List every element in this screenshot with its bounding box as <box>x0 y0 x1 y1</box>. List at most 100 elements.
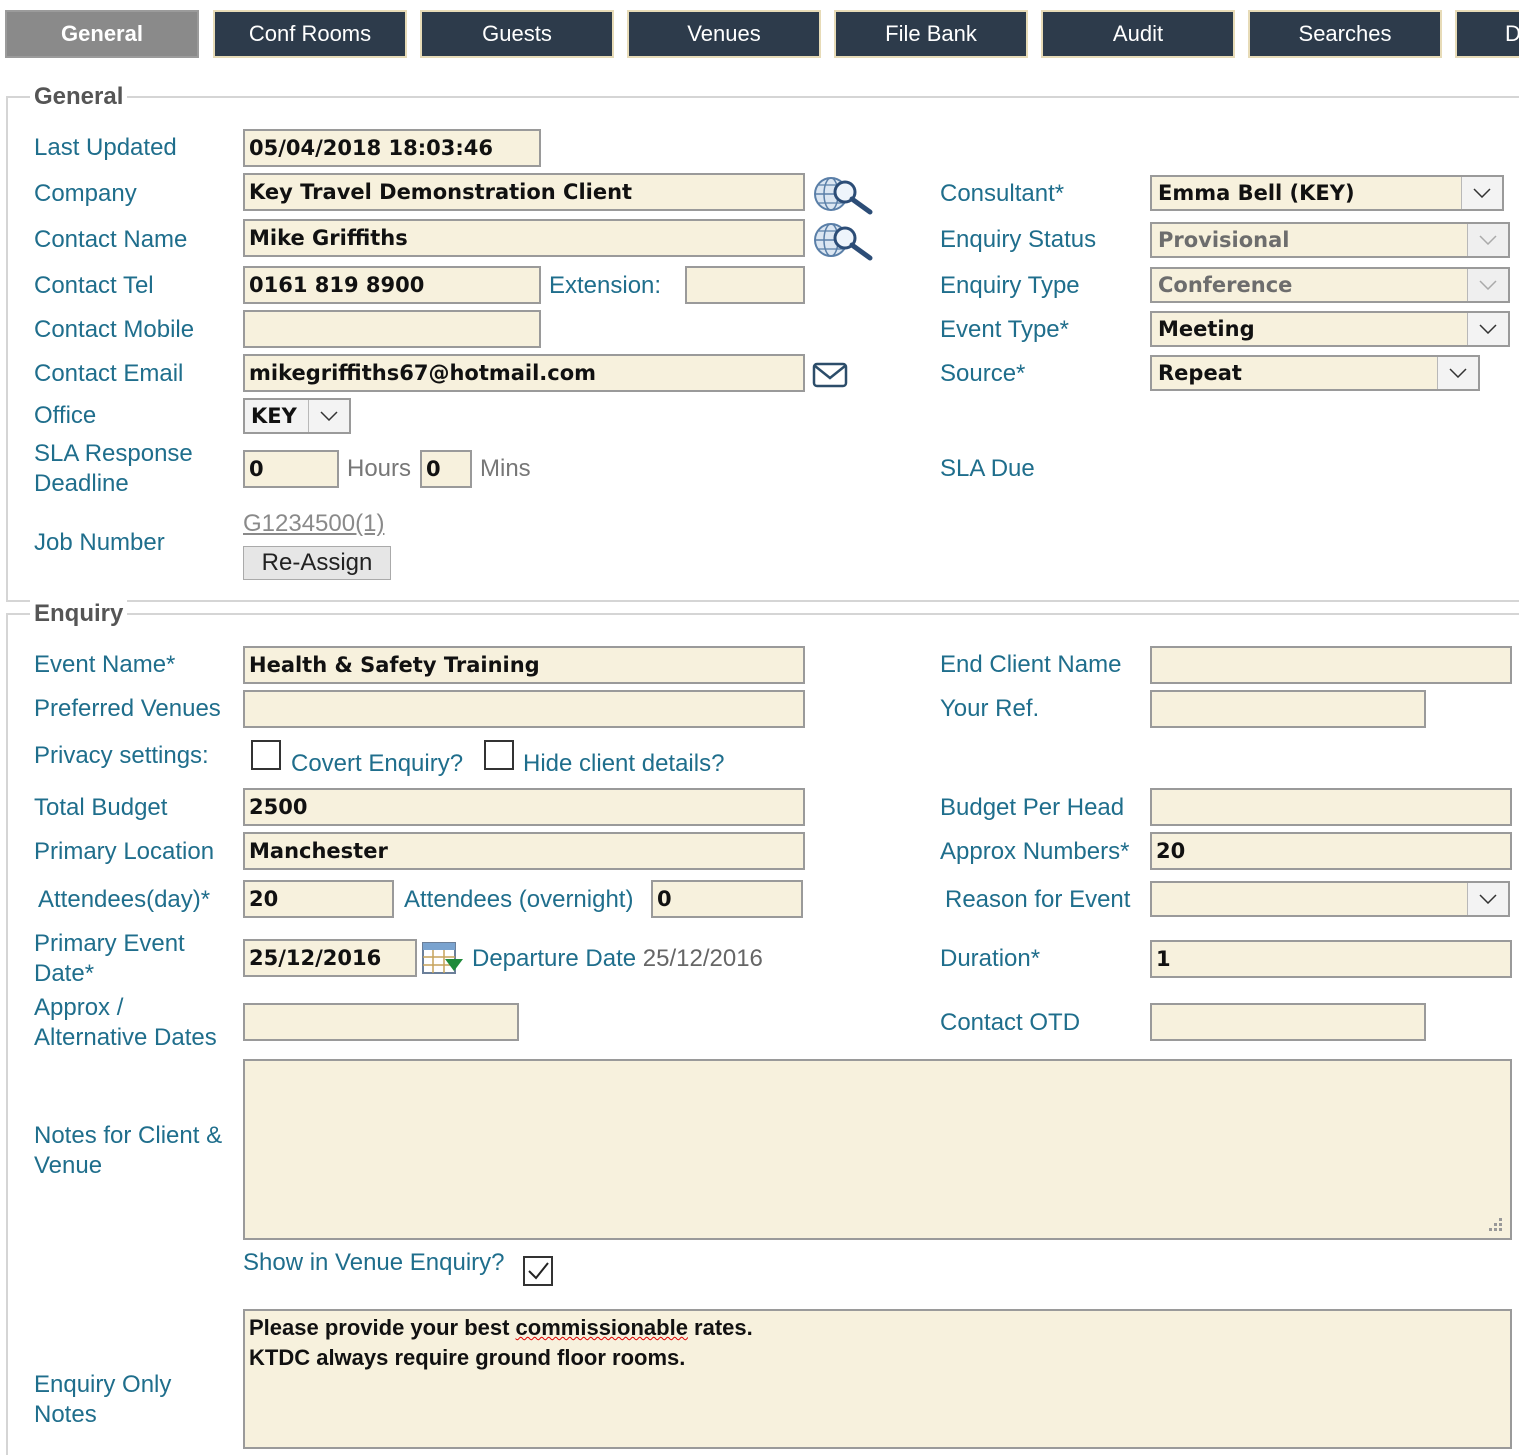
duration-field[interactable]: 1 <box>1150 940 1512 978</box>
contact-tel-label: Contact Tel <box>34 272 154 299</box>
attendees-overnight-field[interactable]: 0 <box>651 880 803 918</box>
reason-label: Reason for Event <box>945 886 1131 913</box>
tab-searches[interactable]: Searches <box>1248 10 1442 58</box>
preferred-venues-label: Preferred Venues <box>34 695 221 722</box>
event-type-value: Meeting <box>1158 317 1255 341</box>
resize-grip-icon[interactable] <box>1484 1216 1504 1234</box>
tab-file-bank[interactable]: File Bank <box>834 10 1028 58</box>
company-field[interactable]: Key Travel Demonstration Client <box>243 173 805 211</box>
event-type-label: Event Type* <box>940 316 1069 343</box>
budget-per-head-label: Budget Per Head <box>940 794 1125 821</box>
primary-location-field[interactable]: Manchester <box>243 832 805 870</box>
chevron-down-icon <box>1467 313 1508 345</box>
notes-textarea[interactable] <box>243 1059 1512 1240</box>
departure-date-label: Departure Date <box>472 945 637 972</box>
checkmark-icon <box>528 1262 549 1280</box>
event-name-field[interactable]: Health & Safety Training <box>243 646 805 684</box>
chevron-down-icon <box>1467 269 1508 301</box>
sla-hours-field[interactable]: 0 <box>243 450 339 488</box>
budget-per-head-field[interactable] <box>1150 788 1512 826</box>
contact-mobile-label: Contact Mobile <box>34 316 195 343</box>
globe-search-icon[interactable] <box>812 172 874 216</box>
last-updated-field[interactable]: 05/04/2018 18:03:46 <box>243 129 541 167</box>
attendees-day-field[interactable]: 20 <box>243 880 394 918</box>
hide-client-checkbox[interactable] <box>484 740 514 770</box>
tab-general[interactable]: General <box>5 10 199 58</box>
enquiry-type-select[interactable]: Conference <box>1150 267 1510 303</box>
source-label: Source* <box>940 360 1026 387</box>
enquiry-legend: Enquiry <box>30 600 128 628</box>
job-number-link[interactable]: G1234500(1) <box>243 510 384 538</box>
enquiry-status-label: Enquiry Status <box>940 226 1097 253</box>
consultant-value: Emma Bell (KEY) <box>1158 181 1355 205</box>
contact-email-field[interactable]: mikegriffiths67@hotmail.com <box>243 354 805 392</box>
event-name-label: Event Name* <box>34 651 176 678</box>
contact-tel-field[interactable]: 0161 819 8900 <box>243 266 541 304</box>
approx-numbers-field[interactable]: 20 <box>1150 832 1512 870</box>
office-label: Office <box>34 402 97 429</box>
end-client-field[interactable] <box>1150 646 1512 684</box>
event-type-select[interactable]: Meeting <box>1150 311 1510 347</box>
covert-enquiry-label: Covert Enquiry? <box>291 750 464 777</box>
enquiry-status-select[interactable]: Provisional <box>1150 222 1510 258</box>
enquiry-only-notes-label: Enquiry Only Notes <box>34 1371 172 1428</box>
general-fieldset <box>6 96 1519 602</box>
sla-due-label: SLA Due <box>940 455 1035 482</box>
chevron-down-icon <box>1437 357 1478 389</box>
chevron-down-icon <box>308 400 349 432</box>
your-ref-field[interactable] <box>1150 690 1426 728</box>
tab-audit[interactable]: Audit <box>1041 10 1235 58</box>
contact-name-field[interactable]: Mike Griffiths <box>243 219 805 257</box>
primary-event-date-label: Primary Event Date* <box>34 930 185 987</box>
departure-date-text: Departure Date 25/12/2016 <box>472 944 763 974</box>
primary-event-date-field[interactable]: 25/12/2016 <box>243 939 417 977</box>
hours-label: Hours <box>347 455 412 482</box>
show-in-venue-checkbox[interactable] <box>523 1256 553 1286</box>
consultant-select[interactable]: Emma Bell (KEY) <box>1150 175 1504 211</box>
chevron-down-icon <box>1467 883 1508 915</box>
tab-conf-rooms[interactable]: Conf Rooms <box>213 10 407 58</box>
enquiry-type-value: Conference <box>1158 273 1293 297</box>
contact-email-label: Contact Email <box>34 360 184 387</box>
tab-venues[interactable]: Venues <box>627 10 821 58</box>
duration-label: Duration* <box>940 945 1041 972</box>
enquiry-only-notes-textarea[interactable]: Please provide your best commissionable … <box>243 1309 1512 1449</box>
approx-numbers-label: Approx Numbers* <box>940 838 1130 865</box>
approx-dates-field[interactable] <box>243 1003 519 1041</box>
enquiry-notes-line-1: Please provide your best commissionable … <box>249 1313 1506 1343</box>
reason-select[interactable] <box>1150 881 1510 917</box>
covert-enquiry-checkbox[interactable] <box>251 740 281 770</box>
enquiry-notes-text: Please provide your best <box>249 1315 516 1340</box>
source-select[interactable]: Repeat <box>1150 355 1480 391</box>
contact-mobile-field[interactable] <box>243 310 541 348</box>
extension-label: Extension: <box>549 272 662 299</box>
hide-client-label: Hide client details? <box>523 750 725 777</box>
sla-mins-field[interactable]: 0 <box>420 450 472 488</box>
enquiry-status-value: Provisional <box>1158 228 1290 252</box>
office-select[interactable]: KEY <box>243 398 351 434</box>
privacy-label: Privacy settings: <box>34 742 209 769</box>
general-legend: General <box>30 83 128 111</box>
total-budget-field[interactable]: 2500 <box>243 788 805 826</box>
primary-location-label: Primary Location <box>34 838 215 865</box>
reassign-button[interactable]: Re-Assign <box>243 546 391 580</box>
globe-search-icon[interactable] <box>812 218 874 262</box>
preferred-venues-field[interactable] <box>243 690 805 728</box>
extension-field[interactable] <box>685 266 805 304</box>
contact-name-label: Contact Name <box>34 226 188 253</box>
tab-guests[interactable]: Guests <box>420 10 614 58</box>
total-budget-label: Total Budget <box>34 794 168 821</box>
tab-more[interactable]: D <box>1455 10 1519 58</box>
consultant-label: Consultant* <box>940 180 1065 207</box>
company-label: Company <box>34 180 137 207</box>
approx-dates-label: Approx / Alternative Dates <box>34 994 217 1051</box>
mail-icon[interactable] <box>812 361 848 389</box>
last-updated-label: Last Updated <box>34 134 177 161</box>
end-client-label: End Client Name <box>940 651 1122 678</box>
contact-otd-label: Contact OTD <box>940 1009 1081 1036</box>
chevron-down-icon <box>1461 177 1502 209</box>
calendar-icon[interactable] <box>421 941 465 977</box>
mins-label: Mins <box>480 455 531 482</box>
contact-otd-field[interactable] <box>1150 1003 1426 1041</box>
attendees-day-label: Attendees(day)* <box>38 886 211 913</box>
